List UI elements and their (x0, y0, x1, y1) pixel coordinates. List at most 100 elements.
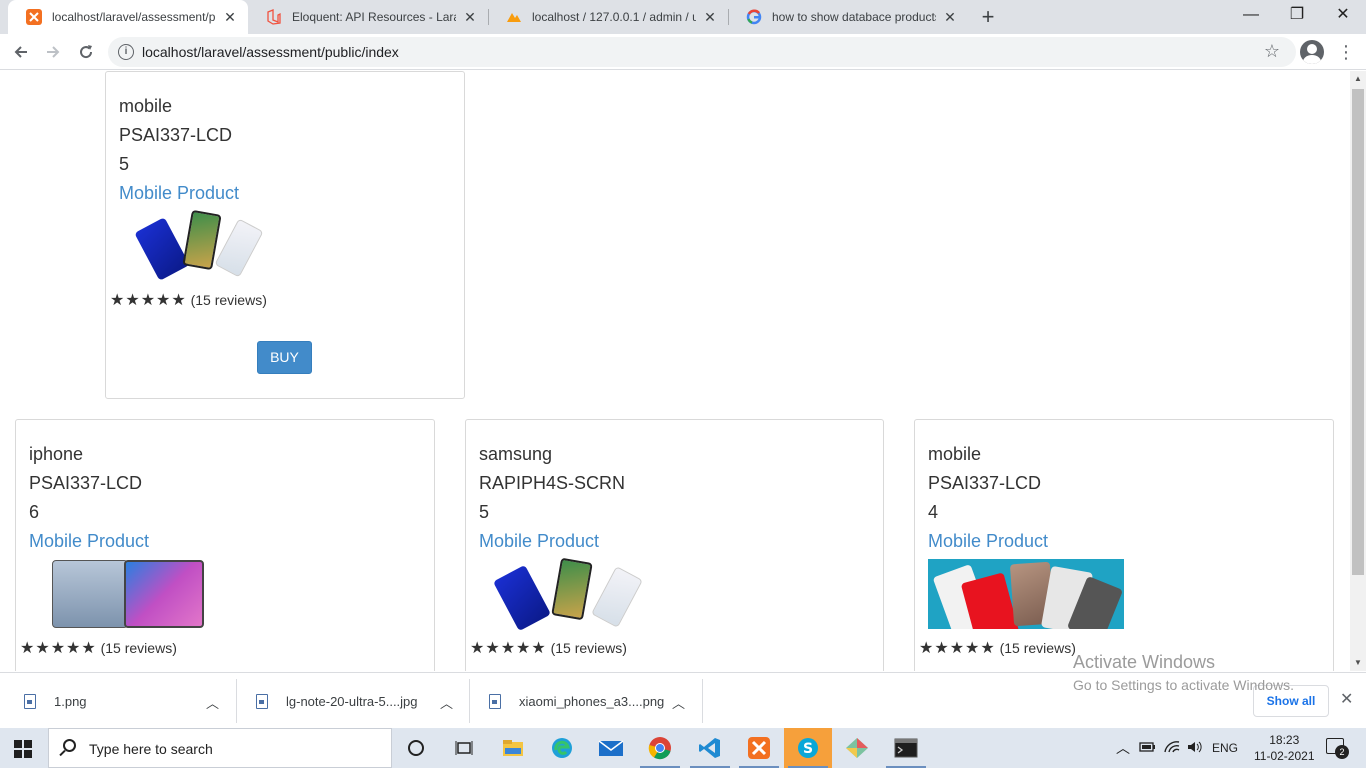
snipping-tool-icon[interactable] (833, 728, 881, 768)
system-clock[interactable]: 18:23 11-02-2021 (1254, 732, 1315, 764)
download-item[interactable]: xiaomi_phones_a3....png (489, 679, 664, 723)
menu-kebab-icon[interactable]: ⋮ (1336, 40, 1356, 64)
google-icon (746, 9, 762, 25)
close-download-bar-icon[interactable]: ✕ (1340, 689, 1353, 709)
chevron-up-icon[interactable]: ︿ (440, 693, 453, 712)
product-name: samsung (479, 444, 553, 464)
forward-icon[interactable] (40, 39, 66, 65)
tab-close-icon[interactable]: ✕ (942, 9, 958, 26)
product-image (492, 557, 658, 632)
reload-icon[interactable] (73, 39, 99, 65)
product-quantity: 5 (479, 502, 490, 522)
scroll-up-icon[interactable]: ▲ (1350, 71, 1366, 87)
windows-taskbar: Type here to search S ︿ ENG 18:23 11-02-… (0, 728, 1366, 768)
download-separator (236, 679, 237, 723)
taskbar-search[interactable]: Type here to search (48, 728, 392, 768)
product-category-link[interactable]: Mobile Product (29, 531, 149, 552)
tab-title: localhost / 127.0.0.1 / admin / us (532, 10, 696, 24)
battery-icon[interactable] (1138, 740, 1156, 757)
product-card: mobile PSAI337-LCD 5 Mobile Product ★★★★… (105, 71, 465, 399)
wifi-icon[interactable] (1163, 740, 1181, 757)
tab-close-icon[interactable]: ✕ (222, 9, 238, 26)
minimize-button[interactable]: — (1228, 0, 1274, 30)
product-code: PSAI337-LCD (119, 125, 233, 145)
chevron-up-icon[interactable]: ︿ (672, 693, 685, 712)
scroll-down-icon[interactable]: ▼ (1350, 655, 1366, 671)
windows-start-icon[interactable] (14, 740, 32, 758)
notification-center-icon[interactable]: 2 (1326, 738, 1349, 759)
download-filename: lg-note-20-ultra-5....jpg (286, 693, 418, 709)
tab-close-icon[interactable]: ✕ (702, 9, 718, 26)
product-category-link[interactable]: Mobile Product (928, 531, 1048, 552)
tab-2[interactable]: Eloquent: API Resources - Laravel ✕ (248, 0, 488, 34)
tab-4[interactable]: how to show databace products ✕ (728, 0, 968, 34)
search-placeholder[interactable]: Type here to search (89, 741, 213, 757)
xampp-icon[interactable] (735, 728, 783, 768)
scroll-thumb[interactable] (1352, 89, 1364, 575)
star-rating-icon: ★★★★★ (20, 640, 97, 657)
file-icon (489, 693, 501, 709)
download-separator (469, 679, 470, 723)
download-item[interactable]: 1.png (24, 679, 87, 723)
tab-title: localhost/laravel/assessment/pub (52, 10, 216, 24)
product-card: mobile PSAI337-LCD 4 Mobile Product ★★★★… (914, 419, 1334, 671)
site-info-icon[interactable]: i (118, 44, 134, 60)
tab-close-icon[interactable]: ✕ (462, 9, 478, 26)
vscode-icon[interactable] (686, 728, 734, 768)
download-filename: 1.png (54, 693, 87, 709)
close-window-button[interactable]: ✕ (1320, 0, 1366, 30)
clock-date: 11-02-2021 (1254, 749, 1315, 763)
buy-button[interactable]: BUY (257, 341, 312, 374)
product-category-link[interactable]: Mobile Product (119, 183, 239, 204)
activate-title: Activate Windows (1073, 652, 1216, 672)
star-rating-icon: ★★★★★ (919, 640, 996, 657)
product-card: iphone PSAI337-LCD 6 Mobile Product ★★★★… (15, 419, 435, 671)
tray-chevron-up-icon[interactable]: ︿ (1116, 738, 1130, 758)
download-item[interactable]: lg-note-20-ultra-5....jpg (256, 679, 418, 723)
chevron-up-icon[interactable]: ︿ (206, 693, 219, 712)
star-rating-icon: ★★★★★ (470, 640, 547, 657)
review-count: (15 reviews) (550, 640, 627, 656)
file-explorer-icon[interactable] (489, 728, 537, 768)
rating: ★★★★★ (15 reviews) (110, 290, 267, 310)
product-image (134, 209, 271, 281)
volume-icon[interactable] (1186, 740, 1204, 757)
back-icon[interactable] (8, 39, 34, 65)
download-filename: xiaomi_phones_a3....png (519, 693, 665, 709)
terminal-icon[interactable] (882, 728, 930, 768)
tab-1[interactable]: localhost/laravel/assessment/pub ✕ (8, 0, 248, 34)
file-icon (24, 693, 36, 709)
product-quantity: 4 (928, 502, 939, 522)
star-rating-icon: ★★★★★ (110, 292, 187, 309)
address-bar[interactable]: i localhost/laravel/assessment/public/in… (108, 37, 1296, 67)
url-text[interactable]: localhost/laravel/assessment/public/inde… (142, 44, 399, 60)
maximize-button[interactable]: ❐ (1274, 0, 1320, 30)
browser-toolbar: i localhost/laravel/assessment/public/in… (0, 34, 1366, 70)
product-code: PSAI337-LCD (928, 473, 1042, 493)
product-code: RAPIPH4S-SCRN (479, 473, 626, 493)
product-quantity: 5 (119, 154, 130, 174)
product-image (52, 560, 204, 630)
new-tab-button[interactable]: + (976, 4, 1000, 30)
profile-avatar-icon[interactable] (1300, 40, 1324, 64)
product-name: mobile (928, 444, 982, 464)
edge-icon[interactable] (538, 728, 586, 768)
product-name: mobile (119, 96, 173, 116)
bookmark-star-icon[interactable]: ☆ (1264, 41, 1280, 62)
search-icon (63, 739, 76, 752)
rating: ★★★★★ (15 reviews) (919, 638, 1076, 658)
page-content: mobile PSAI337-LCD 5 Mobile Product ★★★★… (0, 71, 1350, 671)
cortana-icon[interactable] (392, 728, 440, 768)
tab-3[interactable]: localhost / 127.0.0.1 / admin / us ✕ (488, 0, 728, 34)
page-scrollbar[interactable]: ▲ ▼ (1350, 71, 1366, 671)
product-category-link[interactable]: Mobile Product (479, 531, 599, 552)
sublime-icon[interactable]: S (784, 728, 832, 768)
mail-icon[interactable] (587, 728, 635, 768)
task-view-icon[interactable] (440, 728, 488, 768)
rating: ★★★★★ (15 reviews) (20, 638, 177, 658)
xampp-icon (26, 9, 42, 25)
language-indicator[interactable]: ENG (1212, 741, 1238, 755)
chrome-icon[interactable] (636, 728, 684, 768)
laravel-icon (266, 9, 282, 25)
review-count: (15 reviews) (190, 292, 267, 308)
